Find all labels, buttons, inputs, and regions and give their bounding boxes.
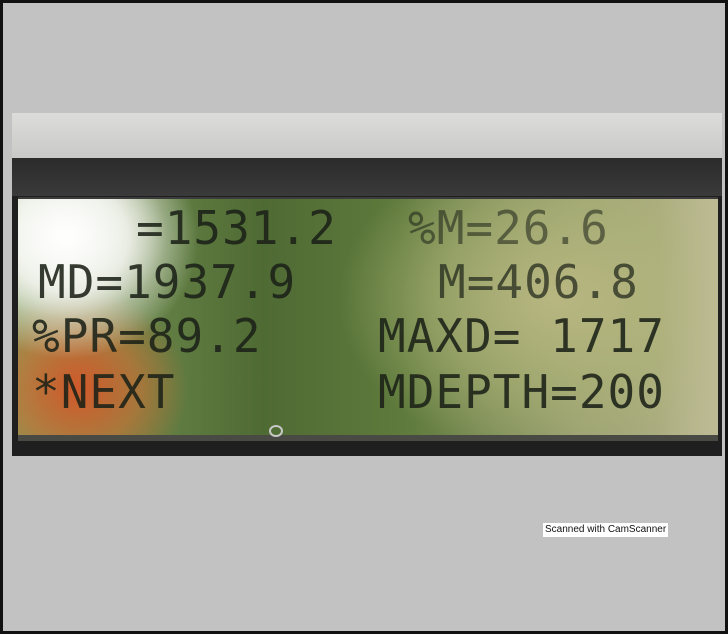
lcd-row-4-right: MDEPTH=200 — [378, 365, 665, 419]
lcd-photo: =1531.2 %M=26.6 MD=1937.9 M=406.8 %PR=89… — [12, 113, 722, 456]
display-frame-edge — [12, 158, 722, 196]
lcd-row-4-left: *NEXT — [32, 365, 176, 419]
lcd-bottom-edge — [18, 435, 718, 441]
lcd-row-1-left: =1531.2 — [136, 201, 337, 255]
lcd-row-2-left: MD=1937.9 — [38, 255, 297, 309]
lcd-row-2-right: M=406.8 — [438, 255, 639, 309]
scanned-page: =1531.2 %M=26.6 MD=1937.9 M=406.8 %PR=89… — [0, 0, 728, 634]
lcd-row-1-right: %M=26.6 — [408, 201, 609, 255]
device-bezel — [12, 113, 722, 158]
screw-icon — [269, 425, 283, 437]
lcd-row-3-left: %PR=89.2 — [32, 309, 262, 363]
lcd-row-3-right: MAXD= 1717 — [378, 309, 665, 363]
lcd-screen: =1531.2 %M=26.6 MD=1937.9 M=406.8 %PR=89… — [18, 197, 718, 437]
camscanner-watermark: Scanned with CamScanner — [543, 523, 669, 537]
screen-reflection — [658, 199, 718, 437]
